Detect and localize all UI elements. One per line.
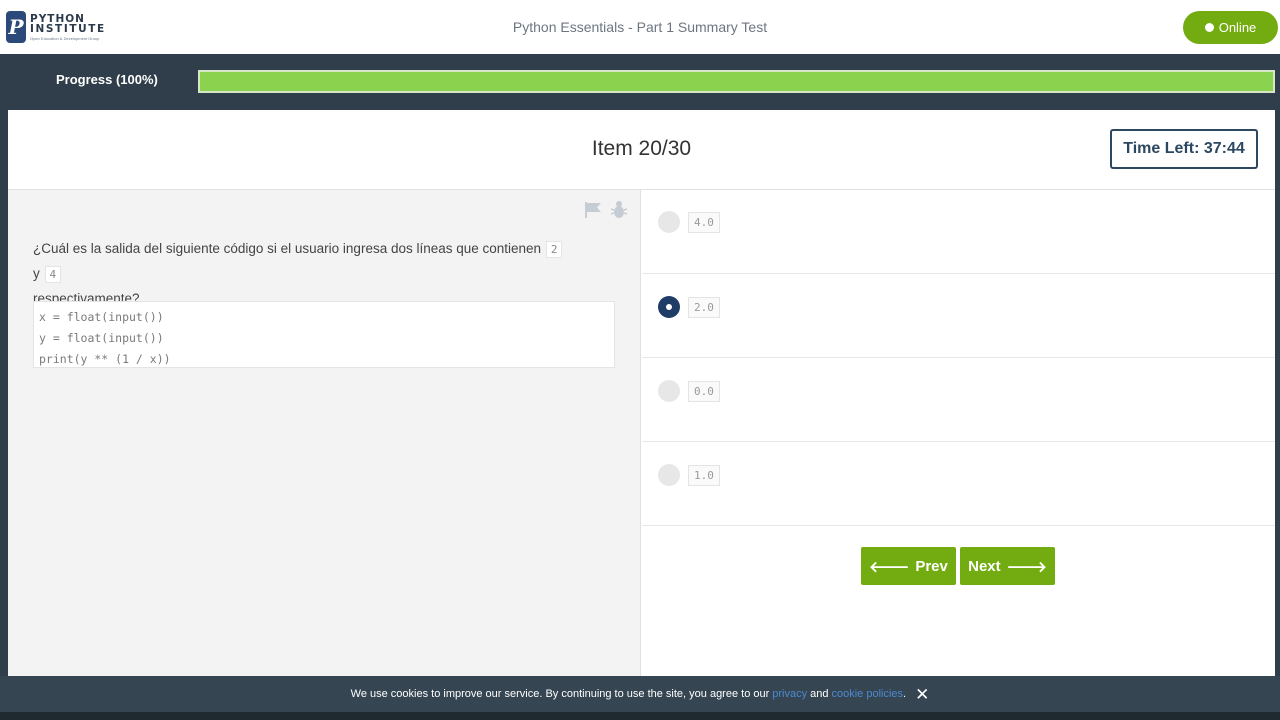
privacy-link[interactable]: privacy [772,688,807,700]
bug-icon[interactable] [611,200,627,219]
cookie-and: and [810,688,829,700]
next-label: Next [968,557,1001,575]
close-icon[interactable]: ✕ [915,686,929,703]
code-snippet: x = float(input()) y = float(input()) pr… [33,301,615,368]
cookie-period: . [903,688,907,700]
code-line: print(y ** (1 / x)) [39,352,171,366]
inline-code-value-a: 2 [545,241,563,258]
answer-label: 0.0 [688,381,720,402]
progress-bar [198,70,1275,93]
answer-option-3[interactable]: 0.0 [642,358,1275,442]
question-text-intro: ¿Cuál es la salida del siguiente código … [33,241,542,256]
code-line: y = float(input()) [39,331,164,345]
prev-button[interactable]: 🡐 Prev [861,547,956,585]
item-counter: Item 20/30 [591,137,692,160]
inline-code-value-b: 4 [44,266,62,283]
next-button[interactable]: Next 🡒 [960,547,1055,585]
answer-label: 4.0 [688,212,720,233]
top-header: P PYTHON INSTITUTE Open Education & Deve… [0,0,1280,54]
time-left-badge: Time Left: 37:44 [1110,129,1258,169]
cookie-policies-link[interactable]: cookie policies [831,688,903,700]
status-dot-icon [1204,23,1214,32]
online-status-button[interactable]: Online [1183,11,1278,44]
answer-option-1[interactable]: 4.0 [642,190,1275,274]
radio-button-selected[interactable] [658,296,680,318]
page-title: Python Essentials - Part 1 Summary Test [512,19,768,35]
cookie-banner: We use cookies to improve our service. B… [0,676,1280,712]
online-status-label: Online [1218,20,1257,35]
bottom-strip [0,712,1280,720]
radio-button[interactable] [658,211,680,233]
answer-option-4[interactable]: 1.0 [642,442,1275,526]
prev-label: Prev [915,557,948,575]
radio-button[interactable] [658,380,680,402]
arrow-left-icon: 🡐 [869,558,910,576]
question-text: ¿Cuál es la salida del siguiente código … [33,237,573,311]
answer-label: 1.0 [688,465,720,486]
test-panel: Item 20/30 Time Left: 37:44 ¿Cuál es la … [8,110,1275,676]
navigation-buttons: 🡐 Prev Next 🡒 [861,547,1055,585]
cookie-text: We use cookies to improve our service. B… [350,688,770,700]
code-line: x = float(input()) [39,310,164,324]
answer-label: 2.0 [688,297,720,318]
progress-bar-fill [200,72,1273,91]
flag-icon[interactable] [584,202,602,218]
progress-label: Progress (100%) [56,72,158,87]
question-connector: y [33,266,40,281]
radio-button[interactable] [658,464,680,486]
item-header: Item 20/30 Time Left: 37:44 [8,110,1275,190]
answers-pane: 4.0 2.0 0.0 1.0 🡐 Prev Next 🡒 [642,190,1275,676]
answer-option-2[interactable]: 2.0 [642,274,1275,358]
arrow-right-icon: 🡒 [1006,558,1047,576]
question-pane: ¿Cuál es la salida del siguiente código … [8,190,641,676]
logo-line-3: Open Education & Development Group [30,35,100,41]
